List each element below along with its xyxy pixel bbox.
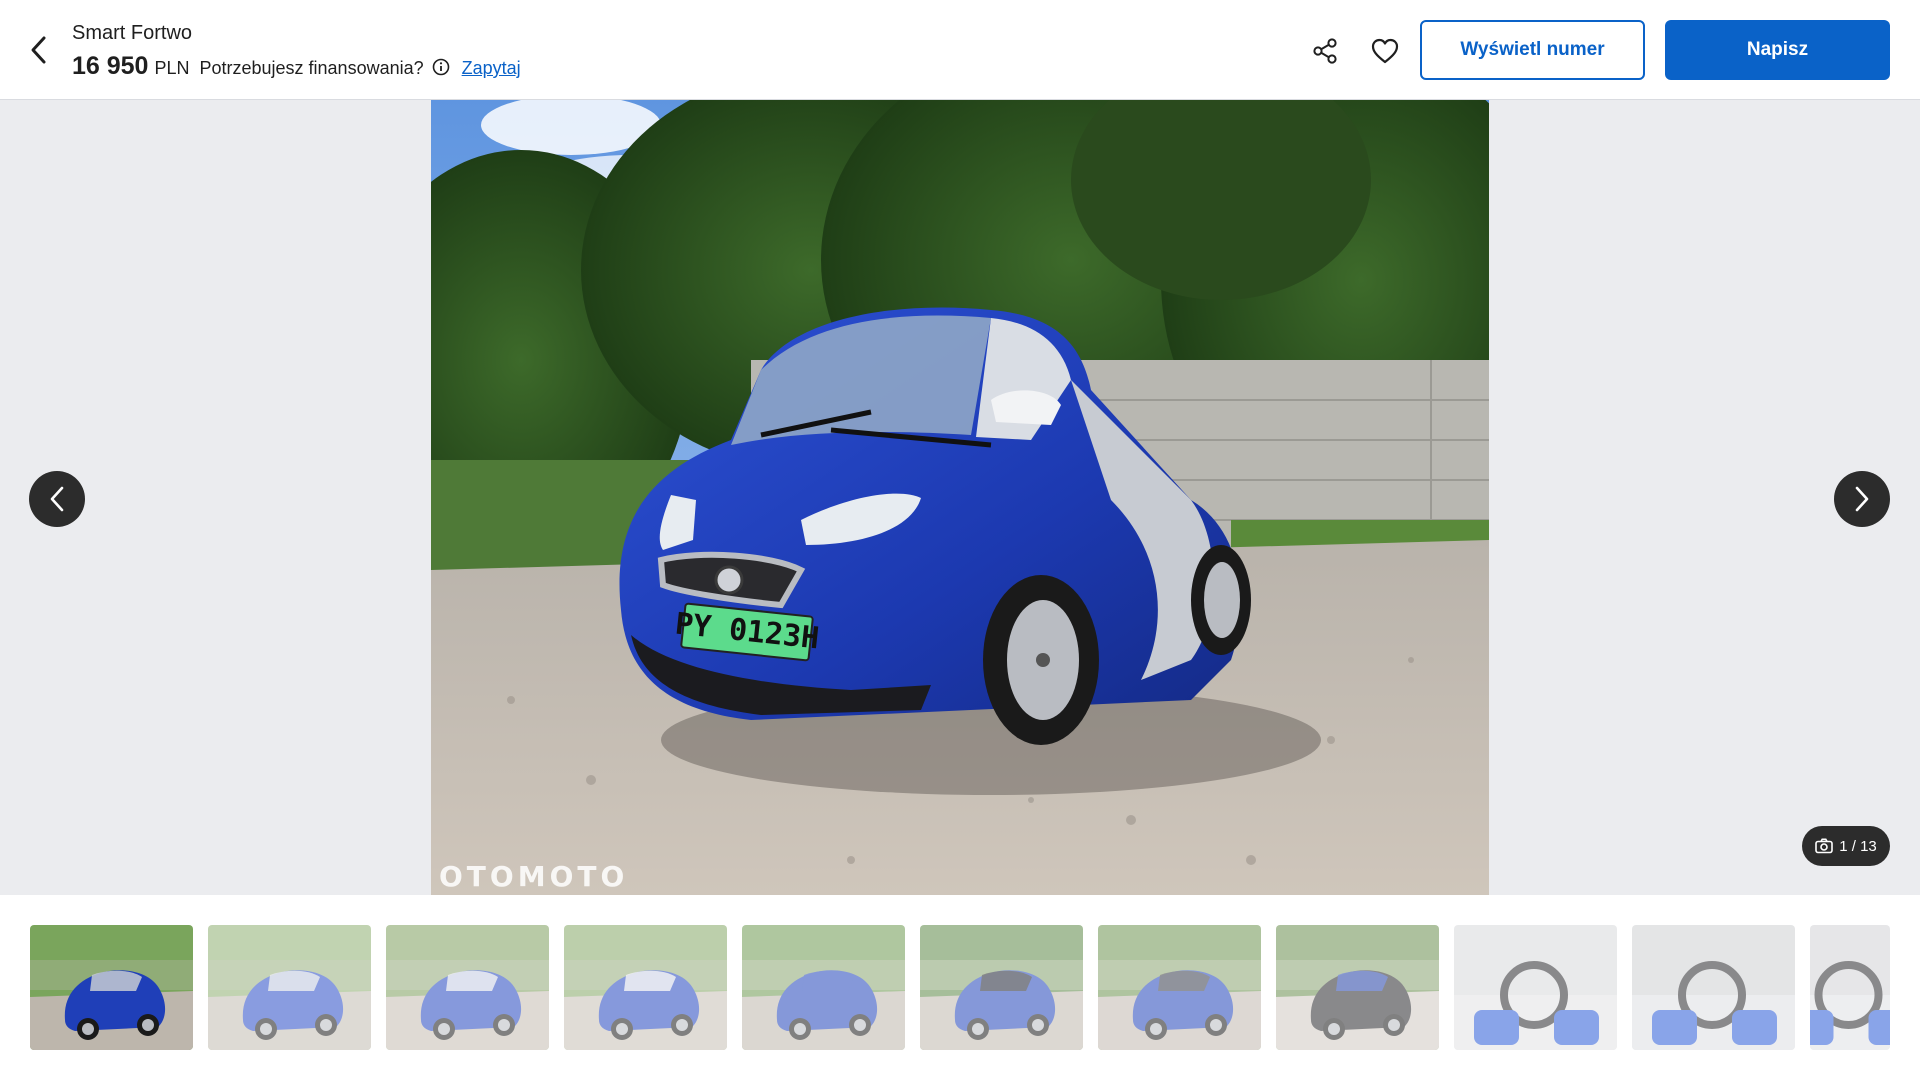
thumbnail-1[interactable] xyxy=(30,925,193,1050)
share-button[interactable] xyxy=(1308,34,1342,68)
info-icon[interactable] xyxy=(432,58,450,76)
listing-title: Smart Fortwo xyxy=(72,22,193,44)
thumbnail-7[interactable] xyxy=(1098,925,1261,1050)
photo-counter-text: 1 / 13 xyxy=(1839,837,1877,855)
thumbnail-image xyxy=(1454,925,1617,1050)
thumbnail-4[interactable] xyxy=(564,925,727,1050)
price-row: 16 950 PLN Potrzebujesz finansowania? Za… xyxy=(72,52,521,81)
chevron-left-icon xyxy=(50,486,64,512)
thumbnail-image xyxy=(1632,925,1795,1050)
thumbnail-strip xyxy=(0,895,1920,1080)
show-number-button[interactable]: Wyświetl numer xyxy=(1420,20,1645,80)
price-currency: PLN xyxy=(154,58,190,78)
write-message-button[interactable]: Napisz xyxy=(1665,20,1890,80)
back-button[interactable] xyxy=(20,30,56,70)
thumbnail-2[interactable] xyxy=(208,925,371,1050)
heart-icon xyxy=(1371,38,1399,64)
thumbnail-image xyxy=(920,925,1083,1050)
thumbnail-image xyxy=(386,925,549,1050)
thumbnail-9[interactable] xyxy=(1454,925,1617,1050)
share-icon xyxy=(1313,38,1337,64)
thumbnail-image xyxy=(30,925,193,1050)
photo-counter[interactable]: 1 / 13 xyxy=(1802,826,1890,866)
thumbnail-image xyxy=(208,925,371,1050)
thumbnail-image xyxy=(1098,925,1261,1050)
ask-financing-link[interactable]: Zapytaj xyxy=(462,58,521,79)
previous-photo-button[interactable] xyxy=(29,471,85,527)
thumbnail-image xyxy=(564,925,727,1050)
car-photo-illustration: PY 0123H xyxy=(431,100,1489,895)
next-photo-button[interactable] xyxy=(1834,471,1890,527)
thumbnail-8[interactable] xyxy=(1276,925,1439,1050)
chevron-left-icon xyxy=(31,36,46,64)
thumbnail-6[interactable] xyxy=(920,925,1083,1050)
favorite-button[interactable] xyxy=(1368,34,1402,68)
thumbnail-image xyxy=(1276,925,1439,1050)
main-photo[interactable]: PY 0123H OTOMOTO xyxy=(431,100,1489,895)
price-value: 16 950 xyxy=(72,52,149,80)
watermark-text: OTOMOTO xyxy=(439,860,629,893)
thumbnail-image xyxy=(1810,925,1890,1050)
thumbnail-11[interactable] xyxy=(1810,925,1890,1050)
finance-question: Potrzebujesz finansowania? xyxy=(199,58,424,78)
thumbnail-image xyxy=(742,925,905,1050)
thumbnail-10[interactable] xyxy=(1632,925,1795,1050)
chevron-right-icon xyxy=(1855,486,1869,512)
listing-header: Smart Fortwo 16 950 PLN Potrzebujesz fin… xyxy=(0,0,1920,100)
thumbnail-5[interactable] xyxy=(742,925,905,1050)
camera-icon xyxy=(1815,838,1834,854)
thumbnail-3[interactable] xyxy=(386,925,549,1050)
gallery-stage: PY 0123H OTOMOTO 1 / 13 xyxy=(0,100,1920,895)
